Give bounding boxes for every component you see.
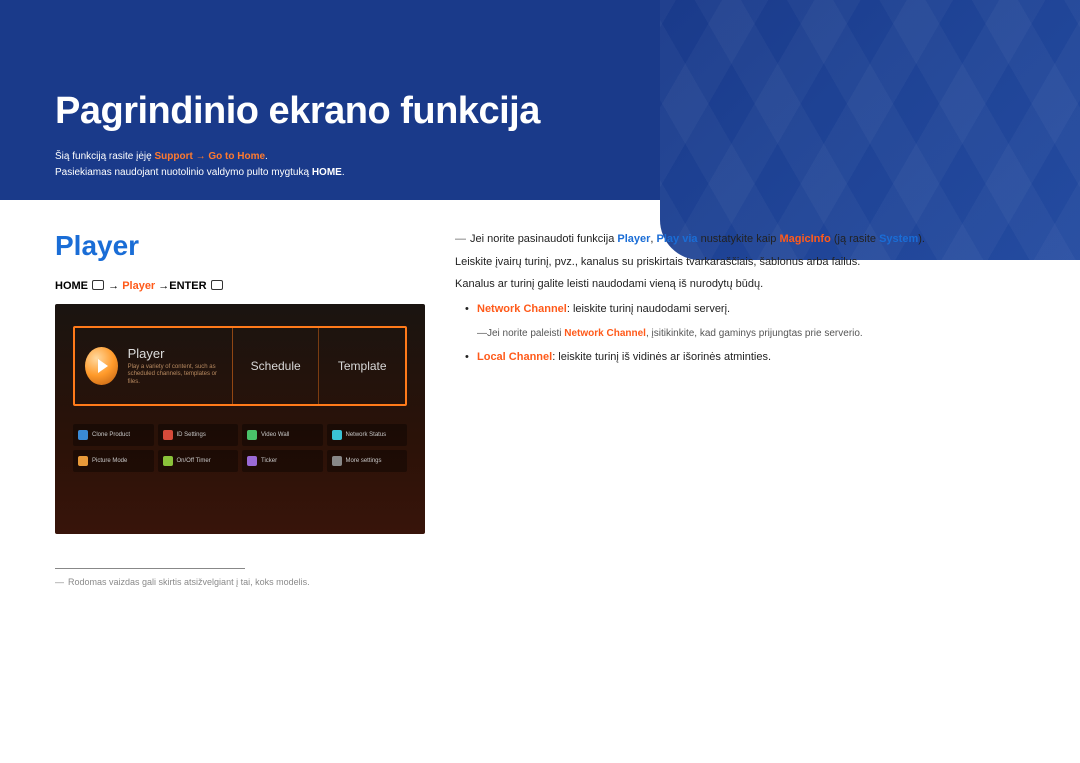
intro2-suffix: . [342, 167, 345, 178]
footnote: ― Rodomas vaizdas gali skirtis atsižvelgi… [55, 577, 425, 587]
intro2-prefix: Pasiekiamas naudojant nuotolinio valdymo… [55, 167, 312, 178]
bc-enter: ENTER [169, 280, 209, 292]
right-line3: Kanalus ar turinį galite leisti naudodam… [455, 275, 1025, 294]
note-player: Player [617, 233, 650, 245]
grid-item-icon [78, 430, 88, 440]
grid-item[interactable]: Ticker [242, 450, 323, 472]
note-suffix: ). [918, 233, 925, 245]
content-row: Player HOME → Player →ENTER Player Play … [0, 200, 1080, 587]
dash-icon: ― [477, 328, 487, 339]
tile-template[interactable]: Template [319, 328, 405, 404]
sn-rest: , įsitikinkite, kad gaminys prijungtas p… [646, 328, 863, 339]
intro2-strong: HOME [312, 167, 342, 178]
right-line2: Leiskite įvairų turinį, pvz., kanalus su… [455, 253, 1025, 272]
grid-item-icon [247, 430, 257, 440]
grid-item-icon [332, 456, 342, 466]
tile-player[interactable]: Player Play a variety of content, such a… [75, 328, 233, 404]
grid-item-icon [247, 456, 257, 466]
page-header: Pagrindinio ekrano funkcija Šią funkciją… [0, 0, 1080, 200]
grid-item-label: Video Wall [261, 432, 289, 438]
note-prefix: Jei norite pasinaudoti funkcija [470, 233, 617, 245]
bc-player: Player [122, 280, 155, 292]
bullet-list: Network Channel: leiskite turinį naudoda… [465, 300, 1025, 319]
b1-rest: : leiskite turinį naudodami serverį. [567, 303, 730, 315]
grid-item[interactable]: More settings [327, 450, 408, 472]
grid-item-label: ID Settings [177, 432, 206, 438]
device-grid: Clone Product ID Settings Video Wall Networ… [73, 424, 407, 472]
bc-arr1: → [105, 280, 122, 292]
home-icon [92, 280, 104, 290]
left-column: Player HOME → Player →ENTER Player Play … [55, 230, 425, 587]
grid-item[interactable]: Video Wall [242, 424, 323, 446]
grid-item[interactable]: Clone Product [73, 424, 154, 446]
sub-note: ―Jei norite paleisti Network Channel, įs… [477, 325, 1025, 342]
breadcrumb: HOME → Player →ENTER [55, 280, 425, 292]
grid-item-icon [78, 456, 88, 466]
note-line: ―Jei norite pasinaudoti funkcija Player,… [455, 230, 1025, 249]
intro-text: Šią funkciją rasite įėję Support → Go to… [55, 149, 1080, 181]
grid-item-icon [332, 430, 342, 440]
enter-icon [211, 280, 223, 290]
tile-player-text: Player Play a variety of content, such a… [128, 346, 222, 386]
grid-item[interactable]: On/Off Timer [158, 450, 239, 472]
section-title: Player [55, 230, 425, 262]
grid-item-icon [163, 456, 173, 466]
note-m3: (ją rasite [831, 233, 879, 245]
grid-item[interactable]: Network Status [327, 424, 408, 446]
tile-schedule[interactable]: Schedule [233, 328, 320, 404]
dash-icon: ― [455, 233, 466, 245]
grid-item-label: Picture Mode [92, 458, 127, 464]
grid-item-icon [163, 430, 173, 440]
footnote-rule [55, 568, 245, 569]
tile-player-title: Player [128, 346, 222, 361]
device-screenshot: Player Play a variety of content, such a… [55, 304, 425, 534]
dash-icon: ― [55, 577, 64, 587]
grid-item-label: Network Status [346, 432, 387, 438]
note-system: System [879, 233, 918, 245]
intro-hl: Support → Go to Home [155, 151, 266, 162]
grid-item[interactable]: Picture Mode [73, 450, 154, 472]
grid-item-label: On/Off Timer [177, 458, 211, 464]
bullet-local: Local Channel: leiskite turinį iš vidinė… [465, 348, 1025, 367]
bullet-network: Network Channel: leiskite turinį naudoda… [465, 300, 1025, 319]
sn-prefix: Jei norite paleisti [487, 328, 564, 339]
tile-player-sub: Play a variety of content, such as sched… [128, 364, 222, 386]
grid-item-label: Ticker [261, 458, 277, 464]
bc-arr2: → [155, 280, 169, 292]
note-playvia: Play via [657, 233, 698, 245]
grid-item-label: Clone Product [92, 432, 130, 438]
intro-suffix: . [265, 151, 268, 162]
grid-item[interactable]: ID Settings [158, 424, 239, 446]
b2-rest: : leiskite turinį iš vidinės ar išorinės… [552, 351, 771, 363]
note-m2: nustatykite kaip [698, 233, 780, 245]
b1-hl: Network Channel [477, 303, 567, 315]
grid-item-label: More settings [346, 458, 382, 464]
play-icon [85, 347, 118, 385]
right-column: ― Jei norite pasinaudoti funkcija Player,… [455, 230, 1025, 587]
bc-home: HOME [55, 280, 91, 292]
footnote-text: Rodomas vaizdas gali skirtis atsižvelgia… [68, 577, 310, 587]
page-title: Pagrindinio ekrano funkcija [55, 90, 1080, 133]
device-top-tiles: Player Play a variety of content, such a… [73, 326, 407, 406]
intro-prefix: Šią funkciją rasite įėję [55, 151, 155, 162]
note-magicinfo: MagicInfo [779, 233, 830, 245]
sn-hl: Network Channel [564, 328, 646, 339]
bullet-list-2: Local Channel: leiskite turinį iš vidinė… [465, 348, 1025, 367]
b2-hl: Local Channel [477, 351, 552, 363]
